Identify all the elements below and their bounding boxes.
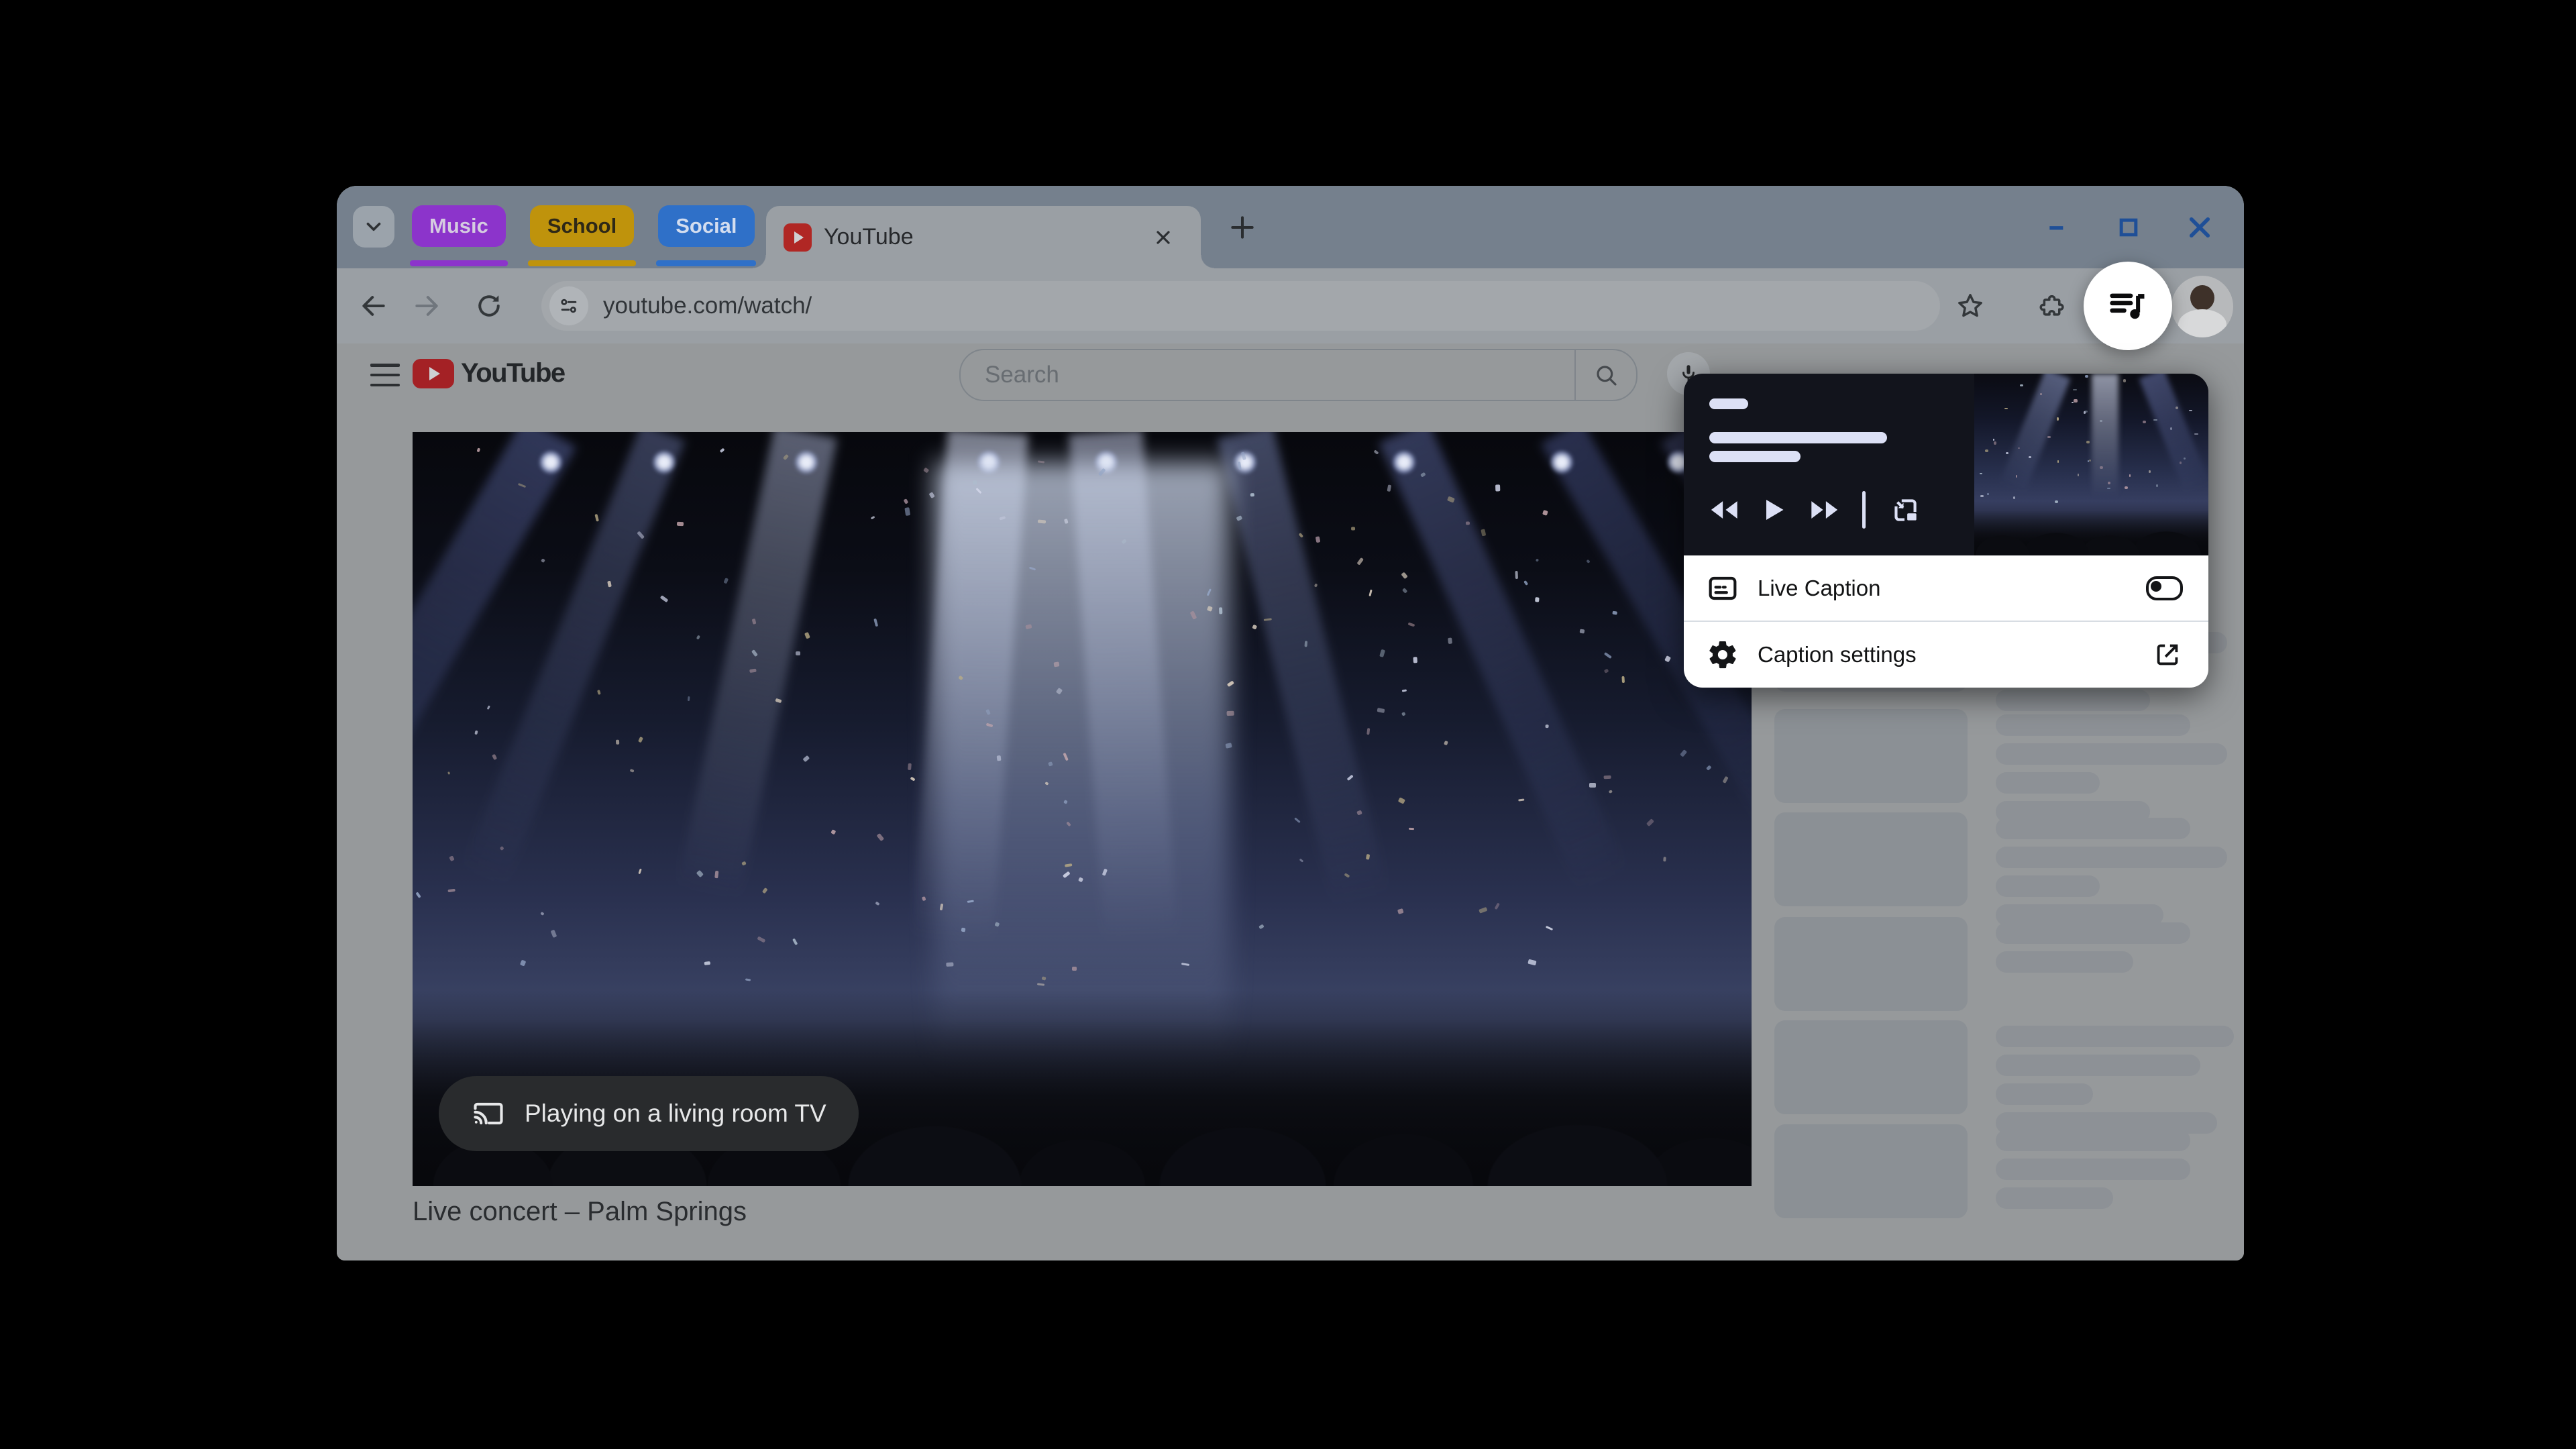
skeleton-text-bar xyxy=(1996,743,2227,765)
skeleton-text-bar xyxy=(1996,1083,2093,1105)
playback-controls xyxy=(1709,491,1922,529)
skeleton-text-bar xyxy=(1996,1055,2200,1076)
skeleton-video-item xyxy=(1774,709,2237,810)
cast-icon xyxy=(471,1096,506,1131)
skeleton-text-bar xyxy=(1996,1159,2190,1180)
video-title: Live concert – Palm Springs xyxy=(413,1197,747,1227)
caption-icon xyxy=(1705,572,1740,605)
browser-toolbar: youtube.com/watch/ xyxy=(337,268,2244,343)
maximize-icon xyxy=(2115,214,2142,241)
tab-group-underline xyxy=(656,260,756,266)
skeleton-text-bar xyxy=(1996,818,2190,839)
youtube-play-icon xyxy=(413,359,454,388)
tab-strip: Music School Social YouTube xyxy=(337,186,2244,268)
skeleton-text-bar xyxy=(1996,772,2100,794)
reload-button[interactable] xyxy=(474,291,504,321)
youtube-wordmark: YouTube xyxy=(461,358,565,388)
skeleton-video-item xyxy=(1774,812,2237,913)
extensions-puzzle-button[interactable] xyxy=(2035,291,2065,321)
queue-music-icon xyxy=(2106,284,2150,328)
skeleton-text-bar xyxy=(1996,875,2100,897)
skeleton-text-bar xyxy=(1996,714,2190,736)
skeleton-thumbnail xyxy=(1774,709,1968,803)
media-controls-popup: Live Caption Caption settings xyxy=(1684,374,2208,688)
open-in-new-icon xyxy=(2152,639,2183,670)
site-settings-button[interactable] xyxy=(549,286,588,325)
skeleton-text-bar xyxy=(1996,690,2150,711)
tab-groups: Music School Social xyxy=(412,205,755,247)
toggle-off-icon xyxy=(2146,576,2183,600)
cast-status-pill: Playing on a living room TV xyxy=(439,1076,859,1151)
live-caption-row[interactable]: Live Caption xyxy=(1684,555,2208,621)
back-button[interactable] xyxy=(359,291,388,321)
window-controls xyxy=(2043,213,2214,242)
tab-group-underline xyxy=(410,260,508,266)
source-placeholder-bar xyxy=(1709,398,1748,409)
live-caption-label: Live Caption xyxy=(1758,576,2146,601)
tab-group-school[interactable]: School xyxy=(530,205,634,247)
close-icon xyxy=(1152,227,1174,248)
minimize-icon xyxy=(2044,214,2071,241)
address-bar[interactable]: youtube.com/watch/ xyxy=(541,281,1940,331)
minimize-button[interactable] xyxy=(2043,213,2072,242)
controls-divider xyxy=(1862,491,1866,529)
skeleton-text-bar xyxy=(1996,1187,2113,1209)
picture-in-picture-button[interactable] xyxy=(1888,493,1922,527)
menu-hamburger-button[interactable] xyxy=(370,364,400,386)
skeleton-thumbnail xyxy=(1774,1020,1968,1114)
open-caption-settings-button[interactable] xyxy=(2152,639,2183,670)
tab-group-underline xyxy=(528,260,636,266)
media-controls-toolbar-button[interactable] xyxy=(2084,262,2172,350)
plus-icon xyxy=(1228,213,1257,242)
skeleton-text-bar xyxy=(1996,847,2227,868)
next-track-button[interactable] xyxy=(1809,499,1839,521)
caption-settings-label: Caption settings xyxy=(1758,642,2152,667)
bookmark-star-button[interactable] xyxy=(1955,291,1985,321)
close-window-button[interactable] xyxy=(2185,213,2214,242)
url-text: youtube.com/watch/ xyxy=(603,292,812,319)
youtube-logo[interactable]: YouTube xyxy=(413,358,565,388)
skeleton-video-item xyxy=(1774,1020,2237,1121)
profile-avatar[interactable] xyxy=(2171,276,2233,337)
maximize-button[interactable] xyxy=(2114,213,2143,242)
screen: Music School Social YouTube youtube.com/… xyxy=(0,0,2576,1449)
artist-placeholder-bar xyxy=(1709,451,1801,462)
caption-settings-row[interactable]: Caption settings xyxy=(1684,622,2208,688)
skeleton-video-item xyxy=(1774,1124,2237,1225)
tune-icon xyxy=(557,294,580,317)
title-placeholder-bar xyxy=(1709,432,1887,443)
tab-group-social[interactable]: Social xyxy=(658,205,754,247)
tab-search-button[interactable] xyxy=(353,206,394,248)
forward-button[interactable] xyxy=(412,291,441,321)
live-caption-toggle[interactable] xyxy=(2146,576,2183,600)
skeleton-thumbnail xyxy=(1774,917,1968,1011)
browser-window: Music School Social YouTube youtube.com/… xyxy=(337,186,2244,1260)
skeleton-text-bar xyxy=(1996,1026,2234,1047)
video-player[interactable]: Playing on a living room TV xyxy=(413,432,1752,1186)
skeleton-thumbnail xyxy=(1774,1124,1968,1218)
media-session-card xyxy=(1684,374,2208,555)
cast-status-text: Playing on a living room TV xyxy=(525,1099,826,1128)
youtube-favicon-icon xyxy=(784,223,812,252)
previous-track-button[interactable] xyxy=(1709,499,1740,521)
chevron-down-icon xyxy=(362,215,385,238)
youtube-search-bar[interactable]: Search xyxy=(959,349,1638,401)
new-tab-button[interactable] xyxy=(1226,211,1258,244)
skeleton-thumbnail xyxy=(1774,812,1968,906)
tab-group-music[interactable]: Music xyxy=(412,205,506,247)
skeleton-text-bar xyxy=(1996,922,2190,944)
gear-icon xyxy=(1705,639,1740,671)
skeleton-text-bar xyxy=(1996,951,2133,973)
tab-title: YouTube xyxy=(824,224,914,250)
search-button[interactable] xyxy=(1574,350,1636,400)
media-thumbnail xyxy=(1974,374,2208,555)
skeleton-video-item xyxy=(1774,917,2237,1018)
skeleton-text-bar xyxy=(1996,1130,2190,1151)
tab-close-button[interactable] xyxy=(1150,224,1177,251)
close-icon xyxy=(2186,213,2214,241)
play-button[interactable] xyxy=(1763,498,1786,522)
search-input[interactable]: Search xyxy=(985,362,1574,388)
search-icon xyxy=(1593,362,1619,388)
tab-youtube[interactable]: YouTube xyxy=(766,206,1201,268)
